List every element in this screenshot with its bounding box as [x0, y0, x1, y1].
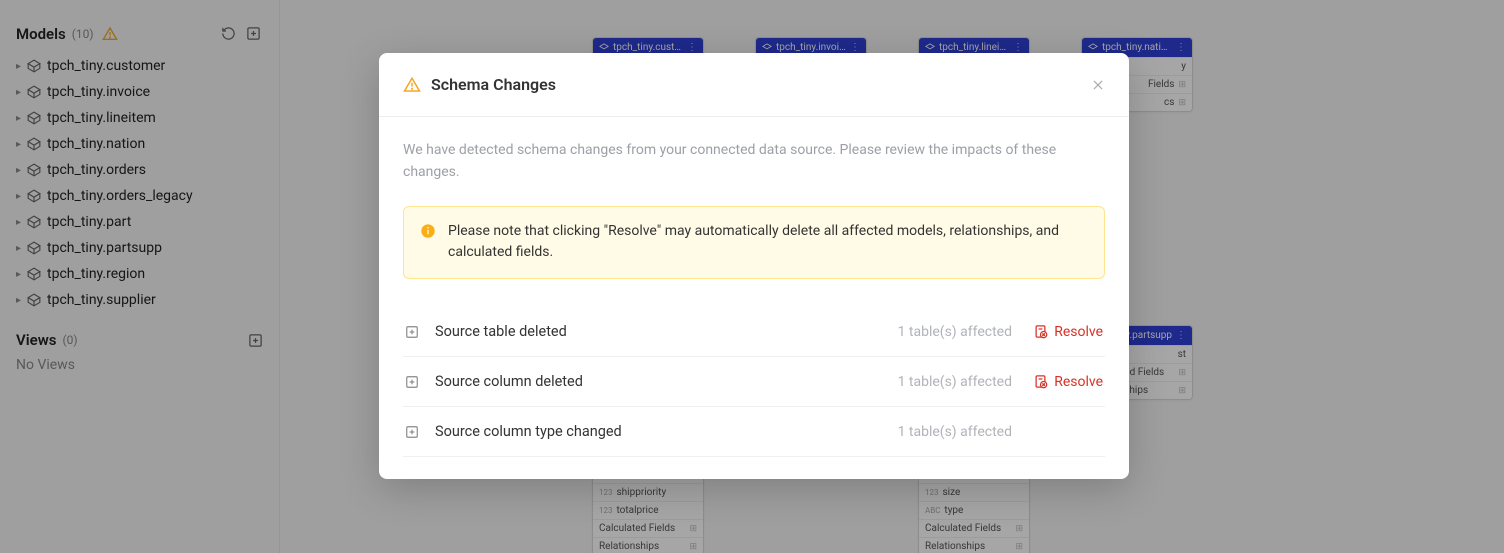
change-item: Source table deleted 1 table(s) affected… [403, 307, 1105, 357]
resolve-button[interactable]: Resolve [1028, 374, 1103, 390]
resolve-label: Resolve [1054, 324, 1103, 340]
modal-body: We have detected schema changes from you… [379, 117, 1129, 479]
modal-title: Schema Changes [431, 75, 1081, 94]
change-affected: 1 table(s) affected [898, 324, 1012, 340]
modal-header: Schema Changes [379, 53, 1129, 117]
change-label: Source column deleted [435, 373, 583, 390]
expand-icon[interactable] [405, 375, 419, 389]
change-label: Source column type changed [435, 423, 622, 440]
resolve-label: Resolve [1054, 374, 1103, 390]
alert-box: Please note that clicking "Resolve" may … [403, 206, 1105, 279]
change-affected: 1 table(s) affected [898, 374, 1012, 390]
resolve-icon [1033, 374, 1048, 389]
app-root: Models (10) ▸ tpch_tiny.customer ▸ tpch_… [0, 0, 1504, 553]
resolve-icon [1033, 324, 1048, 339]
change-list: Source table deleted 1 table(s) affected… [403, 307, 1105, 457]
info-icon [420, 223, 436, 264]
expand-icon[interactable] [405, 325, 419, 339]
modal-description: We have detected schema changes from you… [403, 139, 1105, 184]
change-item: Source column type changed 1 table(s) af… [403, 407, 1105, 457]
close-icon[interactable] [1091, 78, 1105, 92]
alert-text: Please note that clicking "Resolve" may … [448, 221, 1088, 264]
schema-changes-modal: Schema Changes We have detected schema c… [379, 53, 1129, 479]
resolve-button[interactable]: Resolve [1028, 324, 1103, 340]
change-item: Source column deleted 1 table(s) affecte… [403, 357, 1105, 407]
warning-icon [403, 76, 421, 94]
expand-icon[interactable] [405, 425, 419, 439]
change-affected: 1 table(s) affected [898, 424, 1012, 440]
change-label: Source table deleted [435, 323, 567, 340]
